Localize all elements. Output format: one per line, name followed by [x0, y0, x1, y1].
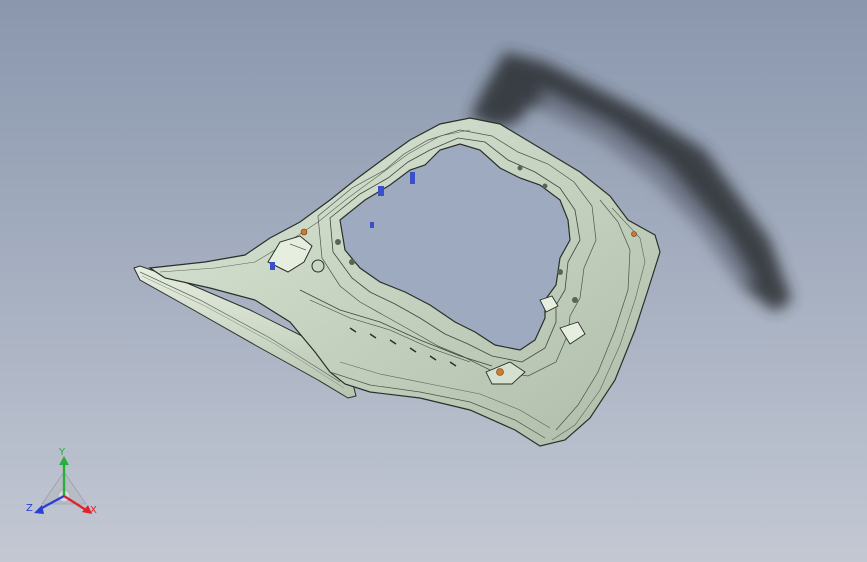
axis-y-label: Y	[59, 447, 66, 458]
graphics-viewport[interactable]: Y Z X	[0, 0, 867, 562]
liftgate-inner-panel[interactable]	[148, 117, 661, 447]
cad-model-view[interactable]	[0, 0, 867, 562]
axis-z-label: Z	[26, 503, 33, 514]
axis-x-label: X	[90, 505, 97, 516]
coordinate-axes-triad[interactable]: Y Z X	[26, 448, 102, 520]
